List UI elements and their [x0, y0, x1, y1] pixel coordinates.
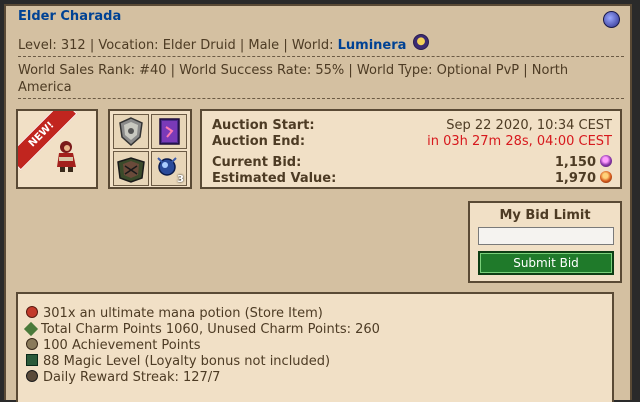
tibia-coin-icon [600, 155, 612, 167]
bid-limit-title: My Bid Limit [499, 208, 591, 223]
vocation-label: Vocation: [98, 38, 159, 53]
magic-level-icon [26, 354, 38, 366]
character-outfit-icon [57, 141, 76, 172]
achievement-icon [26, 338, 38, 350]
feature-text: Total Charm Points 1060, Unused Charm Po… [41, 322, 380, 337]
divider [18, 98, 624, 99]
level-label: Level: [18, 38, 57, 53]
auction-start-value: Sep 22 2020, 10:34 CEST [446, 118, 612, 133]
item-slot[interactable] [113, 151, 149, 186]
item-showcase: 3 [108, 109, 192, 189]
vocation-value: Elder Druid [162, 38, 236, 53]
level-value: 312 [60, 38, 86, 53]
world-link[interactable]: Luminera [338, 38, 407, 53]
feature-text: Daily Reward Streak: 127/7 [43, 370, 221, 385]
item-slot[interactable] [113, 114, 149, 149]
auction-end-label: Auction End: [212, 134, 306, 149]
shield-item-icon [119, 117, 143, 147]
item-count: 3 [177, 174, 184, 185]
estimated-value: 1,970 [555, 171, 612, 186]
auction-start-label: Auction Start: [212, 118, 315, 133]
feature-item: 301x an ultimate mana potion (Store Item… [26, 306, 323, 321]
mount-item-icon [117, 157, 145, 183]
world-label: World: [291, 38, 334, 53]
auction-panel: Elder Charada Level: 312 | Vocation: Eld… [4, 4, 632, 402]
world-type-icon [412, 34, 429, 50]
current-bid-label: Current Bid: [212, 155, 302, 170]
character-name-link[interactable]: Elder Charada [18, 9, 121, 24]
item-slot[interactable]: 3 [151, 151, 187, 186]
outfit-box[interactable]: NEW! [16, 109, 98, 189]
feature-text: 88 Magic Level (Loyalty bonus not includ… [43, 354, 331, 369]
submit-bid-button[interactable]: Submit Bid [478, 251, 614, 275]
feature-text: 301x an ultimate mana potion (Store Item… [43, 306, 323, 321]
item-slot[interactable] [151, 114, 187, 149]
current-bid-value: 1,150 [554, 155, 596, 170]
sex-value: Male [248, 38, 280, 53]
potion-icon [26, 306, 38, 318]
spellbook-item-icon [159, 118, 180, 145]
gold-coin-icon [600, 171, 612, 183]
character-features: 301x an ultimate mana potion (Store Item… [16, 292, 614, 402]
feature-text: 100 Achievement Points [43, 338, 201, 353]
globe-icon[interactable] [603, 11, 620, 28]
character-info: Level: 312 | Vocation: Elder Druid | Mal… [18, 34, 429, 53]
estimated-value-label: Estimated Value: [212, 171, 337, 186]
feature-item: Total Charm Points 1060, Unused Charm Po… [23, 321, 380, 337]
bid-limit-input[interactable] [478, 227, 614, 245]
estimated-value-amount: 1,970 [554, 171, 596, 186]
reward-streak-icon [26, 370, 38, 382]
world-info: World Sales Rank: #40 | World Success Ra… [18, 63, 569, 95]
feature-item: 88 Magic Level (Loyalty bonus not includ… [26, 354, 330, 369]
divider [18, 56, 624, 57]
feature-item: 100 Achievement Points [26, 338, 200, 353]
charm-icon [23, 321, 39, 337]
current-bid: 1,150 [555, 155, 612, 170]
auction-end-value: in 03h 27m 28s, 04:00 CEST [427, 134, 612, 149]
bid-limit-box: My Bid Limit Submit Bid [468, 201, 622, 283]
auction-details: Auction Start: Sep 22 2020, 10:34 CEST A… [200, 109, 622, 189]
feature-item: Daily Reward Streak: 127/7 [26, 370, 220, 385]
